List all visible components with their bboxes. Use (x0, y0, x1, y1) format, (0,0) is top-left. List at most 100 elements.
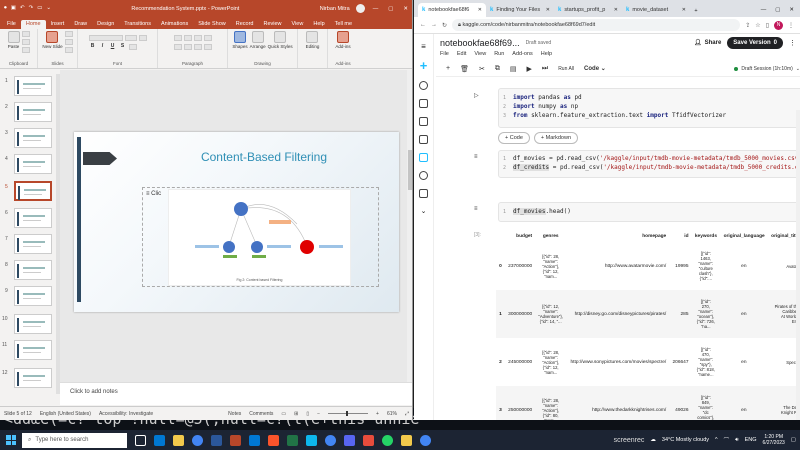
present-icon[interactable]: ▭ (37, 5, 42, 12)
add-cell-icon[interactable]: + (446, 65, 450, 72)
grow-font-icon[interactable] (138, 35, 147, 41)
font-color-icon[interactable] (128, 44, 137, 50)
redo-icon[interactable]: ↷ (29, 5, 34, 12)
learn-icon[interactable] (419, 189, 428, 198)
align-right-icon[interactable] (193, 44, 202, 50)
browser-tab[interactable]: k movie_dataset ✕ (622, 3, 690, 17)
chrome-icon[interactable] (192, 434, 203, 446)
menu-run[interactable]: Run (494, 51, 504, 61)
tab-review[interactable]: Review (258, 20, 286, 29)
url-field[interactable]: 🔒︎ kaggle.com/code/nirbanmitra/notebookf… (452, 19, 741, 31)
underline-icon[interactable]: U (109, 44, 117, 50)
zoom-out-icon[interactable]: − (317, 411, 320, 417)
volume-icon[interactable]: 🔊︎ (735, 437, 738, 444)
docker-icon[interactable] (306, 434, 317, 446)
autosave-icon[interactable]: ⏺ (4, 5, 7, 12)
cell-type-select[interactable]: Code ⌄ (584, 65, 606, 72)
chrome-icon[interactable] (325, 434, 336, 446)
task-view-icon[interactable] (135, 434, 146, 446)
format-painter-icon[interactable] (21, 47, 30, 53)
network-icon[interactable]: ⌒ (724, 436, 730, 444)
run-cell-icon[interactable]: ▶ (526, 65, 531, 73)
fast-forward-icon[interactable]: ⏭ (542, 65, 548, 73)
align-left-icon[interactable] (173, 44, 182, 50)
file-explorer-icon[interactable] (173, 434, 184, 446)
slide-thumbnail[interactable] (14, 260, 52, 280)
align-center-icon[interactable] (183, 44, 192, 50)
tab-animations[interactable]: Animations (156, 20, 193, 29)
excel-icon[interactable] (287, 434, 298, 446)
compass-icon[interactable] (419, 81, 428, 90)
close-icon[interactable]: ✕ (403, 6, 408, 12)
bullets-icon[interactable] (173, 35, 182, 41)
add-code-button[interactable]: + Code (498, 132, 530, 144)
notebook-scrollbar[interactable] (796, 110, 800, 420)
save-icon[interactable]: ▣ (11, 5, 16, 12)
forward-icon[interactable]: → (431, 22, 437, 28)
session-status[interactable]: Draft Session (1h:10m) ⌄ (734, 66, 800, 72)
italic-icon[interactable]: I (99, 44, 107, 50)
comments-toggle[interactable]: Comments (249, 411, 273, 417)
justify-icon[interactable] (203, 44, 212, 50)
code-icon[interactable] (419, 153, 428, 162)
more-options-icon[interactable]: ⋮ (789, 39, 796, 47)
slide-thumbnail[interactable] (14, 234, 52, 254)
close-tab-icon[interactable]: ✕ (682, 7, 686, 13)
tab-draw[interactable]: Draw (69, 20, 92, 29)
slide-thumbnail[interactable] (14, 340, 52, 360)
shapes-button[interactable]: Shapes (232, 31, 248, 49)
weather-icon[interactable]: ☁ (650, 437, 656, 443)
reset-icon[interactable] (64, 39, 73, 45)
reading-view-icon[interactable]: ▯ (306, 411, 309, 417)
zoom-in-icon[interactable]: + (376, 411, 379, 417)
tray-chevron-icon[interactable]: ^ (715, 437, 718, 443)
menu-help[interactable]: Help (541, 51, 552, 61)
menu-edit[interactable]: Edit (457, 51, 466, 61)
create-icon[interactable]: + (418, 59, 430, 72)
browser-tab[interactable]: k Finding Your Files ✕ (486, 3, 554, 17)
app-icon[interactable] (363, 434, 374, 446)
menu-add-ons[interactable]: Add-ons (512, 51, 533, 61)
copy-icon[interactable] (21, 39, 30, 45)
code-cell-head[interactable]: 1 df_movies.head() (498, 202, 800, 222)
tab-record[interactable]: Record (231, 20, 259, 29)
chrome-icon[interactable] (420, 434, 431, 446)
screenrec-label[interactable]: screenrec (614, 437, 645, 444)
tab-view[interactable]: View (287, 20, 309, 29)
language-indicator[interactable]: English (United States) (40, 411, 91, 417)
layout-icon[interactable] (64, 31, 73, 37)
current-slide[interactable]: Content-Based Filtering ≡ Clic Fig 2: Co… (74, 132, 399, 312)
reload-icon[interactable]: ↻ (442, 22, 447, 29)
menu-file[interactable]: File (440, 51, 449, 61)
clock[interactable]: 1:20 PM 6/27/2023 (763, 434, 785, 446)
start-button[interactable] (0, 430, 22, 450)
tab-insert[interactable]: Insert (46, 20, 70, 29)
new-slide-button[interactable]: New Slide (42, 31, 63, 53)
slide-thumbnail[interactable] (14, 102, 52, 122)
browser-tab[interactable]: k startups_profit_p ✕ (554, 3, 622, 17)
strikethrough-icon[interactable]: S (119, 44, 127, 50)
tell-me-search[interactable]: Tell me (330, 20, 357, 29)
close-icon[interactable]: ✕ (789, 7, 794, 13)
tab-slide-show[interactable]: Slide Show (193, 20, 231, 29)
numbering-icon[interactable] (183, 35, 192, 41)
zoom-slider[interactable] (328, 411, 369, 416)
hamburger-menu-icon[interactable]: ≡ (421, 42, 426, 51)
indent-icon[interactable] (193, 35, 202, 41)
line-spacing-icon[interactable] (203, 35, 212, 41)
slide-thumbnail[interactable] (14, 128, 52, 148)
save-version-button[interactable]: Save Version 0 (727, 36, 783, 49)
chrome-menu-icon[interactable]: ⋮ (788, 22, 794, 29)
minimize-icon[interactable]: — (373, 6, 379, 12)
cut-icon[interactable]: ✂ (479, 65, 485, 73)
whatsapp-icon[interactable] (382, 434, 393, 446)
back-icon[interactable]: ← (420, 22, 426, 28)
share-page-icon[interactable]: ⇪ (745, 22, 750, 29)
tab-transitions[interactable]: Transitions (119, 20, 156, 29)
more-chevron-icon[interactable]: ⌄ (421, 207, 427, 215)
section-icon[interactable] (64, 47, 73, 53)
taskbar-search[interactable]: ⌕ Type here to search (22, 432, 127, 448)
zoom-level[interactable]: 61% (387, 411, 397, 417)
accessibility-checker[interactable]: Accessibility: Investigate (99, 411, 153, 417)
avatar[interactable] (355, 4, 365, 13)
